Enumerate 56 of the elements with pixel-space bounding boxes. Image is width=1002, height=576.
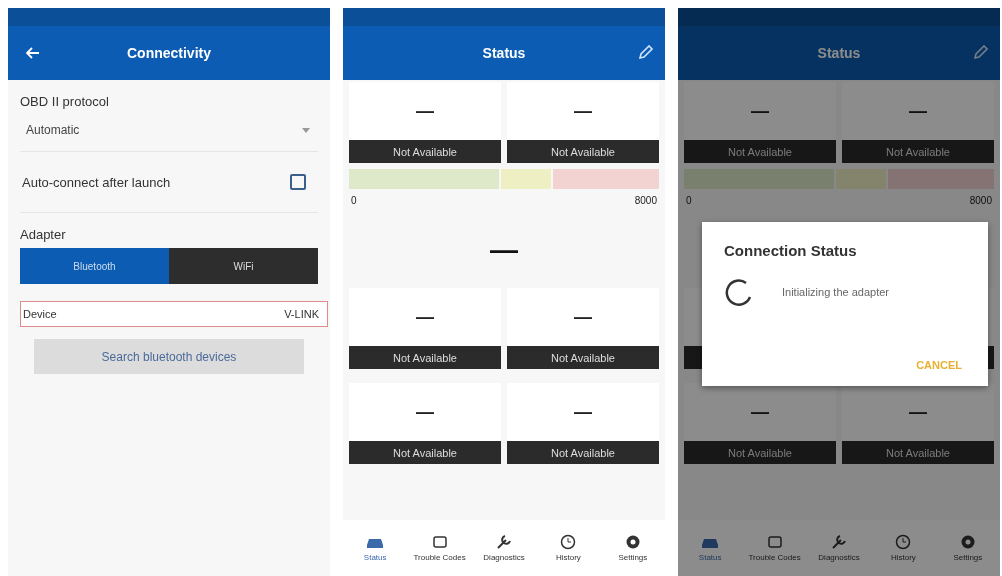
nav-tab[interactable]: History <box>871 520 936 576</box>
not-available-label: Not Available <box>507 441 659 464</box>
screen-title: Status <box>482 45 526 61</box>
dropdown-caret-icon <box>302 127 310 133</box>
dialog-title: Connection Status <box>724 242 858 259</box>
tile-value: — <box>908 400 928 424</box>
not-available-label: Not Available <box>349 346 501 369</box>
tile-value: — <box>573 400 593 424</box>
pencil-icon[interactable] <box>637 45 653 61</box>
search-devices-button[interactable]: Search bluetooth devices <box>34 339 304 374</box>
nav-tab[interactable]: History <box>536 520 601 576</box>
nav-tab[interactable]: Diagnostics <box>806 520 872 576</box>
not-available-label: Not Available <box>684 140 836 163</box>
adapter-tab[interactable]: Bluetooth <box>20 248 169 284</box>
protocol-dropdown[interactable]: Automatic <box>20 109 318 152</box>
gauge-max-label: 8000 <box>634 195 657 206</box>
adapter-tab[interactable]: WiFi <box>169 248 318 284</box>
nav-tab[interactable]: Settings <box>600 520 665 576</box>
dialog-message: Initializing the adapter <box>782 286 889 298</box>
tile-value: — <box>573 99 593 123</box>
gauge-min-label: 0 <box>351 195 357 206</box>
nav-tab[interactable]: Settings <box>935 520 1000 576</box>
nav-tab[interactable]: Status <box>678 520 743 576</box>
not-available-label: Not Available <box>349 441 501 464</box>
nav-tab[interactable]: Status <box>343 520 408 576</box>
tile-value: — <box>908 99 928 123</box>
autoconnect-checkbox[interactable] <box>290 174 306 190</box>
tile-value: — <box>750 99 770 123</box>
nav-tab[interactable]: Trouble Codes <box>742 520 807 576</box>
pencil-icon[interactable] <box>972 45 988 61</box>
device-row[interactable]: Device V-LINK <box>20 301 328 327</box>
adapter-label: Adapter <box>20 227 67 242</box>
tile-value: — <box>573 305 593 329</box>
device-label: Device <box>23 308 57 320</box>
protocol-label: OBD II protocol <box>20 94 110 109</box>
tile-value: — <box>415 99 435 123</box>
gauge-max-label: 8000 <box>969 195 992 206</box>
nav-tab[interactable]: Trouble Codes <box>407 520 472 576</box>
tile-value: — <box>415 400 435 424</box>
screen-title: Status <box>817 45 861 61</box>
screen-title: Connectivity <box>127 45 211 61</box>
not-available-label: Not Available <box>507 346 659 369</box>
tile-value: — <box>415 305 435 329</box>
tile-value: — <box>750 400 770 424</box>
not-available-label: Not Available <box>842 140 994 163</box>
nav-tab[interactable]: Diagnostics <box>471 520 537 576</box>
not-available-label: Not Available <box>842 441 994 464</box>
autoconnect-label: Auto-connect after launch <box>22 174 171 190</box>
device-value: V-LINK <box>284 308 319 320</box>
not-available-label: Not Available <box>684 441 836 464</box>
back-arrow-icon[interactable] <box>26 47 40 59</box>
loading-spinner-icon <box>724 277 754 307</box>
not-available-label: Not Available <box>507 140 659 163</box>
gauge-value: — <box>490 234 518 266</box>
gauge-min-label: 0 <box>686 195 692 206</box>
not-available-label: Not Available <box>349 140 501 163</box>
